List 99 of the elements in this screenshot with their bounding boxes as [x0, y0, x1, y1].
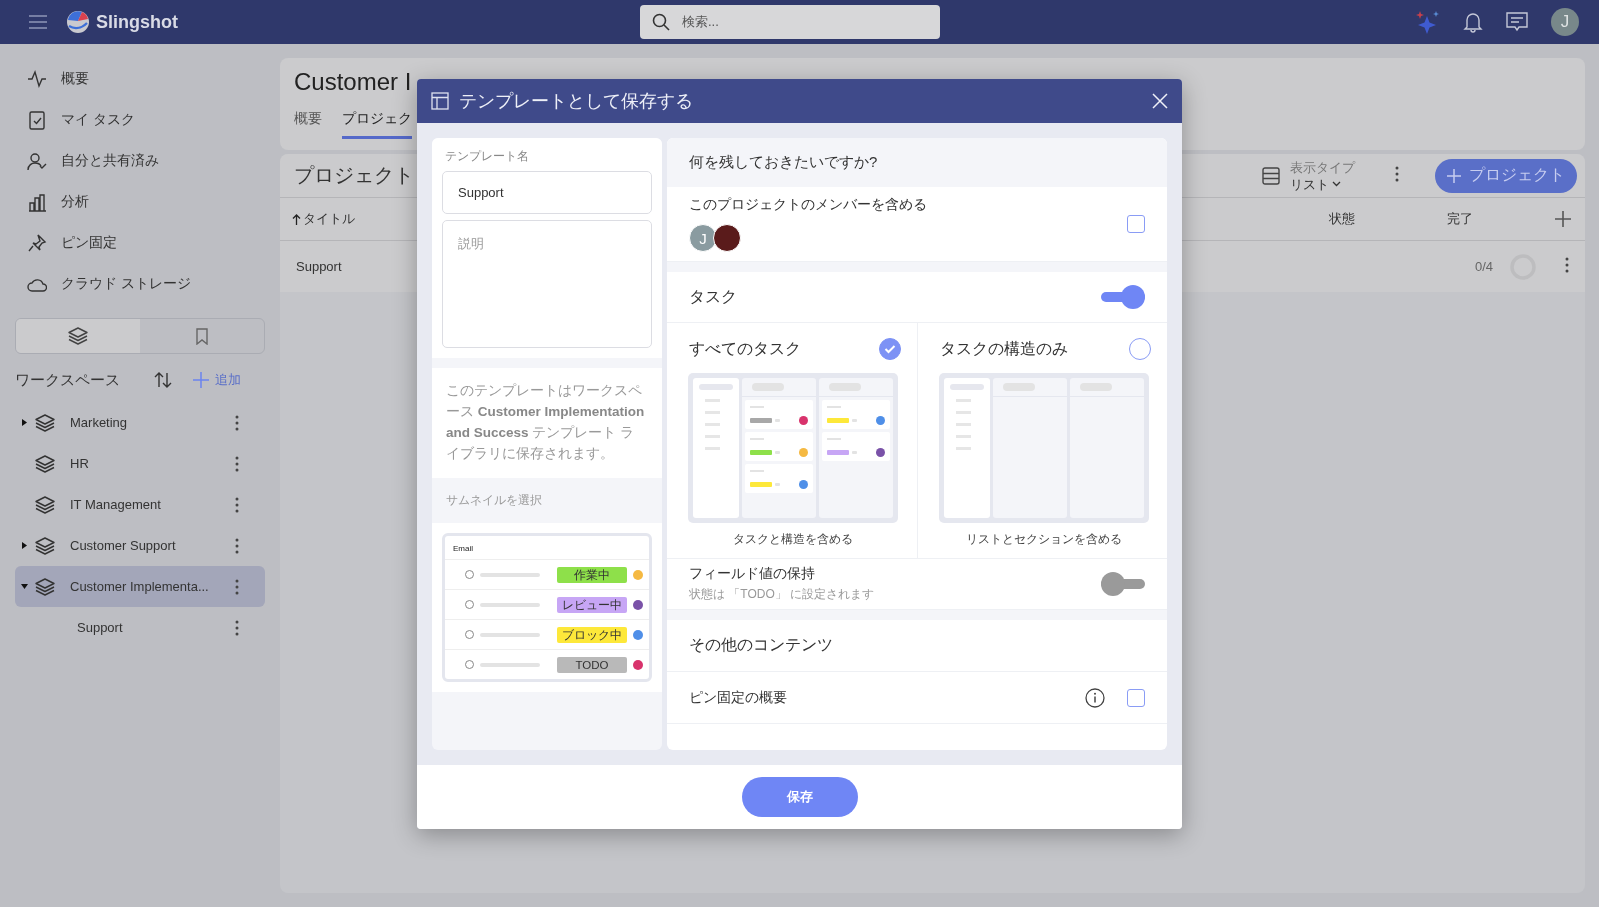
nav-item[interactable]: 分析	[15, 181, 265, 222]
info-text: このテンプレートはワークスペース Customer Implementation and Success テンプレート ライブラリに保存されます。	[432, 368, 662, 478]
field-label: テンプレート名	[444, 148, 530, 165]
info-icon[interactable]	[1085, 687, 1105, 708]
close-icon[interactable]	[1152, 93, 1168, 109]
more-icon[interactable]	[235, 537, 239, 554]
caret-down-icon[interactable]	[21, 583, 28, 590]
option-caption: リストとセクションを含める	[965, 531, 1122, 548]
layers-icon	[34, 576, 56, 597]
option-label: フィールド値の保持	[689, 565, 816, 583]
page-title: Customer I	[294, 68, 413, 96]
workspace-item[interactable]: Customer Implementa...	[15, 566, 265, 607]
column-header[interactable]: 完了	[1447, 210, 1555, 228]
nav-item[interactable]: クラウド ストレージ	[15, 263, 265, 304]
template-name-field[interactable]: Support	[442, 171, 652, 214]
toggle-switch[interactable]	[1101, 571, 1145, 597]
layers-icon	[34, 535, 56, 556]
status-tag: TODO	[557, 656, 627, 673]
option-caption: タスクと構造を含める	[733, 531, 853, 548]
section-label: サムネイルを選択	[445, 492, 543, 509]
clipboard-check-icon	[27, 109, 47, 130]
caret-right-icon[interactable]	[21, 542, 28, 549]
avatar-icon	[633, 569, 643, 580]
pin-icon	[27, 232, 47, 253]
nav-item[interactable]: マイ タスク	[15, 99, 265, 140]
column-header[interactable]: タイトル	[292, 210, 355, 228]
more-icon[interactable]	[1565, 257, 1569, 273]
view-type-dropdown[interactable]: 表示タイプ リスト	[1290, 158, 1355, 193]
tab[interactable]: 概要	[294, 110, 322, 139]
bell-icon[interactable]	[1463, 11, 1483, 33]
option-label: このプロジェクトのメンバーを含める	[689, 196, 928, 214]
sort-icon[interactable]	[153, 370, 173, 390]
status-tag: レビュー中	[557, 596, 627, 613]
plus-icon	[1447, 168, 1461, 183]
activity-icon	[27, 68, 47, 89]
section-title: 何を残しておきたいですか?	[667, 138, 1167, 187]
checkbox[interactable]	[1127, 215, 1145, 233]
search-field[interactable]: 検索...	[640, 5, 940, 39]
search-icon	[652, 13, 670, 31]
person-check-icon	[27, 150, 47, 171]
avatar-icon	[633, 599, 643, 610]
panel-title: プロジェクト	[294, 163, 414, 188]
option-label: すべてのタスク	[689, 338, 801, 359]
table-cell: Support	[296, 259, 342, 274]
photo-placeholder	[713, 224, 741, 252]
more-icon[interactable]	[235, 414, 239, 431]
option-label: ピン固定の概要	[689, 688, 788, 707]
nav-item[interactable]: 概要	[15, 58, 265, 99]
layers-icon	[67, 326, 89, 346]
menu-icon[interactable]	[28, 14, 48, 30]
column-header[interactable]: 状態	[1329, 210, 1447, 228]
option-label: タスクの構造のみ	[940, 338, 1068, 359]
option-label: タスク	[689, 286, 738, 307]
radio-button[interactable]	[879, 338, 901, 360]
section-title: ワークスペース	[15, 370, 121, 390]
thumbnail-title: Email	[445, 536, 649, 560]
workspace-item[interactable]: HR	[15, 443, 265, 484]
check-icon	[884, 343, 896, 355]
more-icon[interactable]	[1395, 165, 1399, 182]
avatar-icon	[633, 629, 643, 640]
bookmark-icon	[196, 327, 208, 345]
avatar-icon	[633, 659, 643, 670]
caret-right-icon[interactable]	[21, 419, 28, 426]
layers-icon	[34, 453, 56, 474]
status-tag: 作業中	[557, 566, 627, 583]
member-avatar: J	[689, 224, 717, 252]
plus-icon	[193, 372, 209, 388]
list-view-icon	[1262, 166, 1280, 185]
workspace-item[interactable]: IT Management	[15, 484, 265, 525]
workspaces-tab[interactable]	[16, 319, 140, 353]
status-tag: ブロック中	[557, 626, 627, 643]
add-column-icon[interactable]	[1555, 211, 1571, 227]
option-description: 状態は 「TODO」 に設定されます	[689, 586, 876, 603]
workspace-item[interactable]: Customer Support	[15, 525, 265, 566]
more-icon[interactable]	[235, 496, 239, 513]
workspace-item[interactable]: Marketing	[15, 402, 265, 443]
more-icon[interactable]	[235, 619, 239, 636]
view-switch[interactable]	[15, 318, 265, 354]
checkbox[interactable]	[1127, 688, 1145, 707]
layers-icon	[34, 412, 56, 433]
tab[interactable]: プロジェク	[342, 110, 412, 139]
arrow-up-icon	[292, 213, 301, 225]
workspace-item[interactable]: Support	[15, 607, 265, 648]
app-name: Slingshot	[96, 11, 178, 33]
section-title: その他のコンテンツ	[689, 635, 833, 655]
more-icon[interactable]	[235, 578, 239, 595]
bar-chart-icon	[27, 191, 47, 212]
layers-icon	[34, 494, 56, 515]
more-icon[interactable]	[235, 455, 239, 472]
chevron-down-icon	[1332, 181, 1341, 187]
toggle-switch[interactable]	[1101, 284, 1145, 310]
logo-icon	[66, 10, 90, 34]
dialog-title: テンプレートとして保存する	[459, 90, 693, 113]
progress-count: 0/4	[1474, 259, 1493, 274]
nav-item[interactable]: 自分と共有済み	[15, 140, 265, 181]
thumbnail-card[interactable]: Email 作業中 レビュー中 ブロック中 TODO	[442, 533, 652, 682]
template-icon	[431, 92, 449, 110]
chat-icon[interactable]	[1505, 11, 1529, 33]
nav-item[interactable]: ピン固定	[15, 222, 265, 263]
